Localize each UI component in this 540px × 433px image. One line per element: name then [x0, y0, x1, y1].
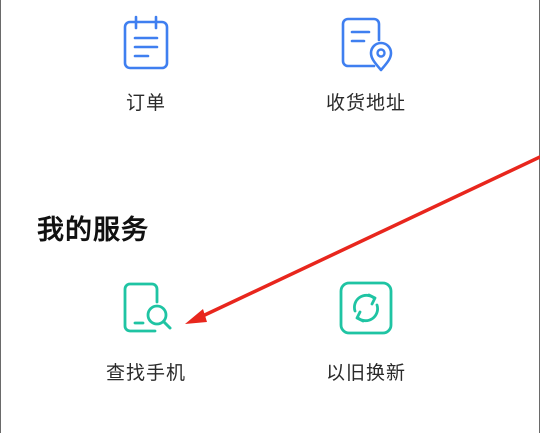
delivery-address-entry[interactable]: 收货地址: [296, 0, 436, 130]
delivery-address-label: 收货地址: [325, 92, 406, 114]
find-phone-entry[interactable]: 查找手机: [76, 278, 216, 398]
find-phone-label: 查找手机: [105, 362, 186, 384]
order-clipboard-icon: [120, 14, 172, 76]
delivery-address-icon: [336, 14, 396, 78]
my-services-title: 我的服务: [37, 215, 149, 246]
trade-in-refresh-icon: [336, 278, 396, 342]
left-border: [0, 0, 1, 433]
trade-in-label: 以旧换新: [325, 362, 406, 384]
trade-in-entry[interactable]: 以旧换新: [296, 278, 436, 398]
orders-entry[interactable]: 订单: [76, 0, 216, 130]
find-phone-icon: [115, 278, 177, 342]
orders-label: 订单: [125, 92, 166, 114]
